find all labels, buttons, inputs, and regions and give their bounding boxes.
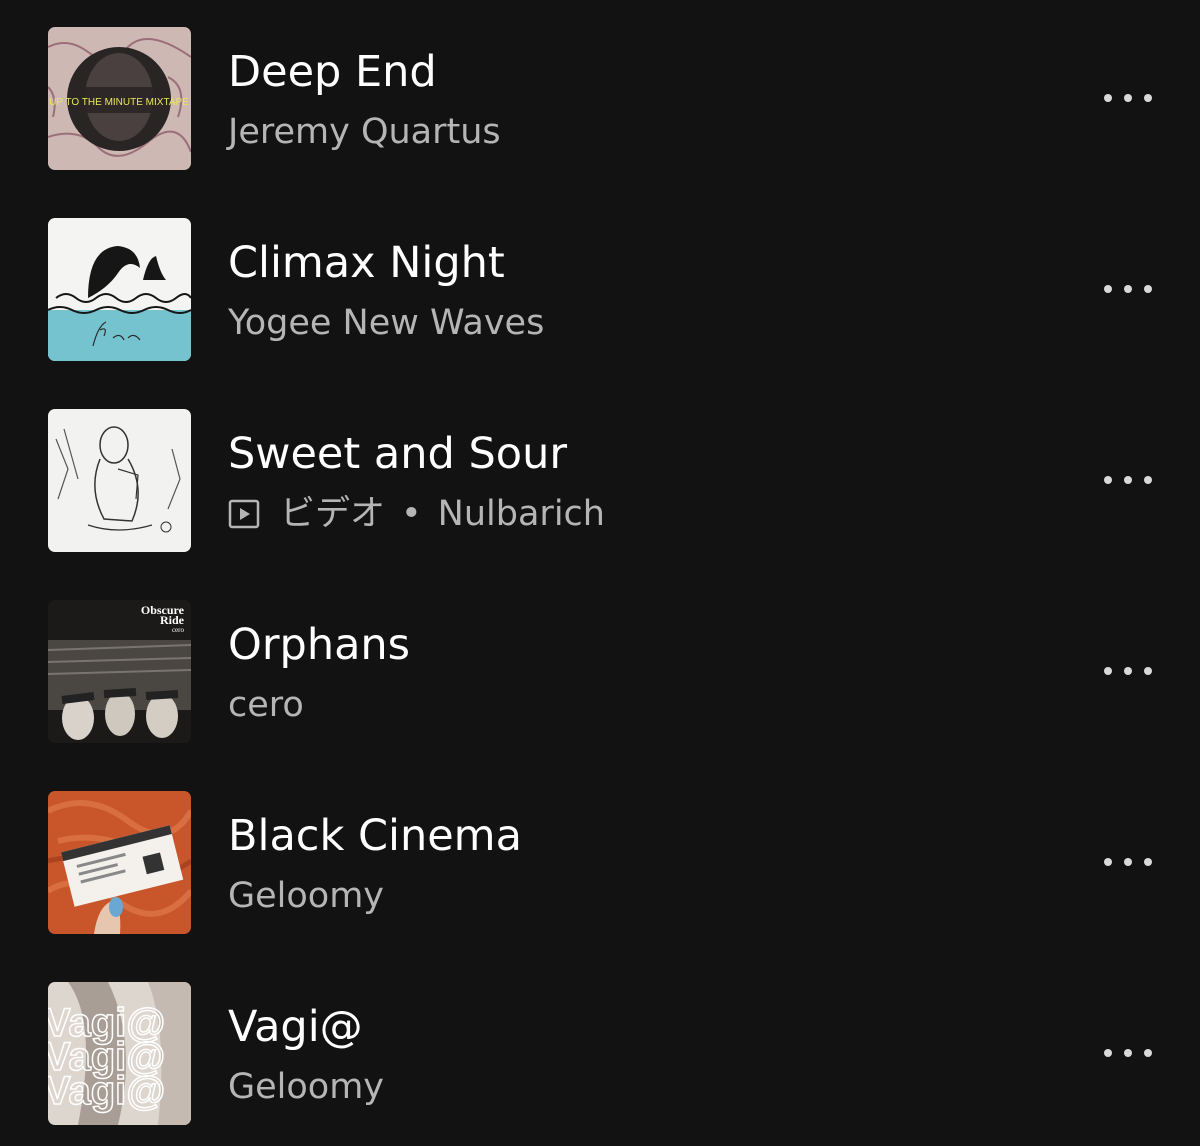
artist-name: cero: [228, 685, 304, 725]
artist-name: Geloomy: [228, 1067, 385, 1107]
artist-name: Geloomy: [228, 876, 385, 916]
artwork-text: Ride: [160, 613, 185, 627]
more-horizontal-icon: [1104, 1049, 1112, 1057]
more-horizontal-icon: [1144, 285, 1152, 293]
track-title: Sweet and Sour: [228, 429, 568, 479]
more-options-button[interactable]: [1096, 1033, 1160, 1073]
more-horizontal-icon: [1144, 1049, 1152, 1057]
album-art-vagi[interactable]: Vagi@ Vagi@ Vagi@: [48, 982, 191, 1125]
more-horizontal-icon: [1124, 858, 1132, 866]
more-options-button[interactable]: [1096, 269, 1160, 309]
more-horizontal-icon: [1124, 1049, 1132, 1057]
artist-name: Jeremy Quartus: [228, 112, 501, 152]
track-title: Black Cinema: [228, 811, 522, 861]
more-horizontal-icon: [1144, 94, 1152, 102]
artist-name: Nulbarich: [437, 494, 605, 534]
track-row[interactable]: Sweet and Sour ビデオ • Nulbarich: [0, 382, 1200, 573]
more-horizontal-icon: [1124, 667, 1132, 675]
more-horizontal-icon: [1104, 476, 1112, 484]
track-artist: Geloomy: [228, 1063, 384, 1111]
track-artist: Yogee New Waves: [228, 299, 544, 347]
track-title: Deep End: [228, 47, 437, 97]
more-options-button[interactable]: [1096, 651, 1160, 691]
more-horizontal-icon: [1124, 285, 1132, 293]
more-horizontal-icon: [1144, 667, 1152, 675]
artwork-text: Vagi@: [48, 1069, 165, 1113]
more-horizontal-icon: [1144, 858, 1152, 866]
more-horizontal-icon: [1104, 858, 1112, 866]
track-row[interactable]: Black Cinema Geloomy: [0, 764, 1200, 955]
artist-name: Yogee New Waves: [228, 303, 545, 343]
content-kind-label: ビデオ: [280, 494, 386, 534]
more-horizontal-icon: [1124, 476, 1132, 484]
video-play-icon: [228, 498, 260, 530]
track-artist: cero: [228, 681, 304, 729]
track-artist: Geloomy: [228, 872, 384, 920]
track-row[interactable]: UP TO THE MINUTE MIXTAPE Deep End Jeremy…: [0, 0, 1200, 191]
more-horizontal-icon: [1104, 94, 1112, 102]
more-horizontal-icon: [1104, 285, 1112, 293]
track-meta: ビデオ • Nulbarich: [228, 490, 605, 538]
album-art-orphans[interactable]: Obscure Ride cero: [48, 600, 191, 743]
track-title: Climax Night: [228, 238, 505, 288]
track-list: UP TO THE MINUTE MIXTAPE Deep End Jeremy…: [0, 0, 1200, 1139]
more-options-button[interactable]: [1096, 842, 1160, 882]
track-row[interactable]: Obscure Ride cero Orphans cero: [0, 573, 1200, 764]
more-horizontal-icon: [1104, 667, 1112, 675]
track-row[interactable]: Vagi@ Vagi@ Vagi@ Vagi@ Geloomy: [0, 955, 1200, 1146]
album-art-black-cinema[interactable]: [48, 791, 191, 934]
track-row[interactable]: Climax Night Yogee New Waves: [0, 191, 1200, 382]
more-options-button[interactable]: [1096, 460, 1160, 500]
album-art-climax-night[interactable]: [48, 218, 191, 361]
artwork-text: UP TO THE MINUTE MIXTAPE: [49, 97, 189, 108]
more-horizontal-icon: [1124, 94, 1132, 102]
separator-dot: •: [401, 494, 422, 534]
track-artist: Jeremy Quartus: [228, 108, 501, 156]
more-horizontal-icon: [1144, 476, 1152, 484]
more-options-button[interactable]: [1096, 78, 1160, 118]
track-title: Orphans: [228, 620, 411, 670]
album-art-sweet-and-sour[interactable]: [48, 409, 191, 552]
track-title: Vagi@: [228, 1002, 363, 1052]
album-art-deep-end[interactable]: UP TO THE MINUTE MIXTAPE: [48, 27, 191, 170]
artwork-text: cero: [172, 626, 185, 634]
